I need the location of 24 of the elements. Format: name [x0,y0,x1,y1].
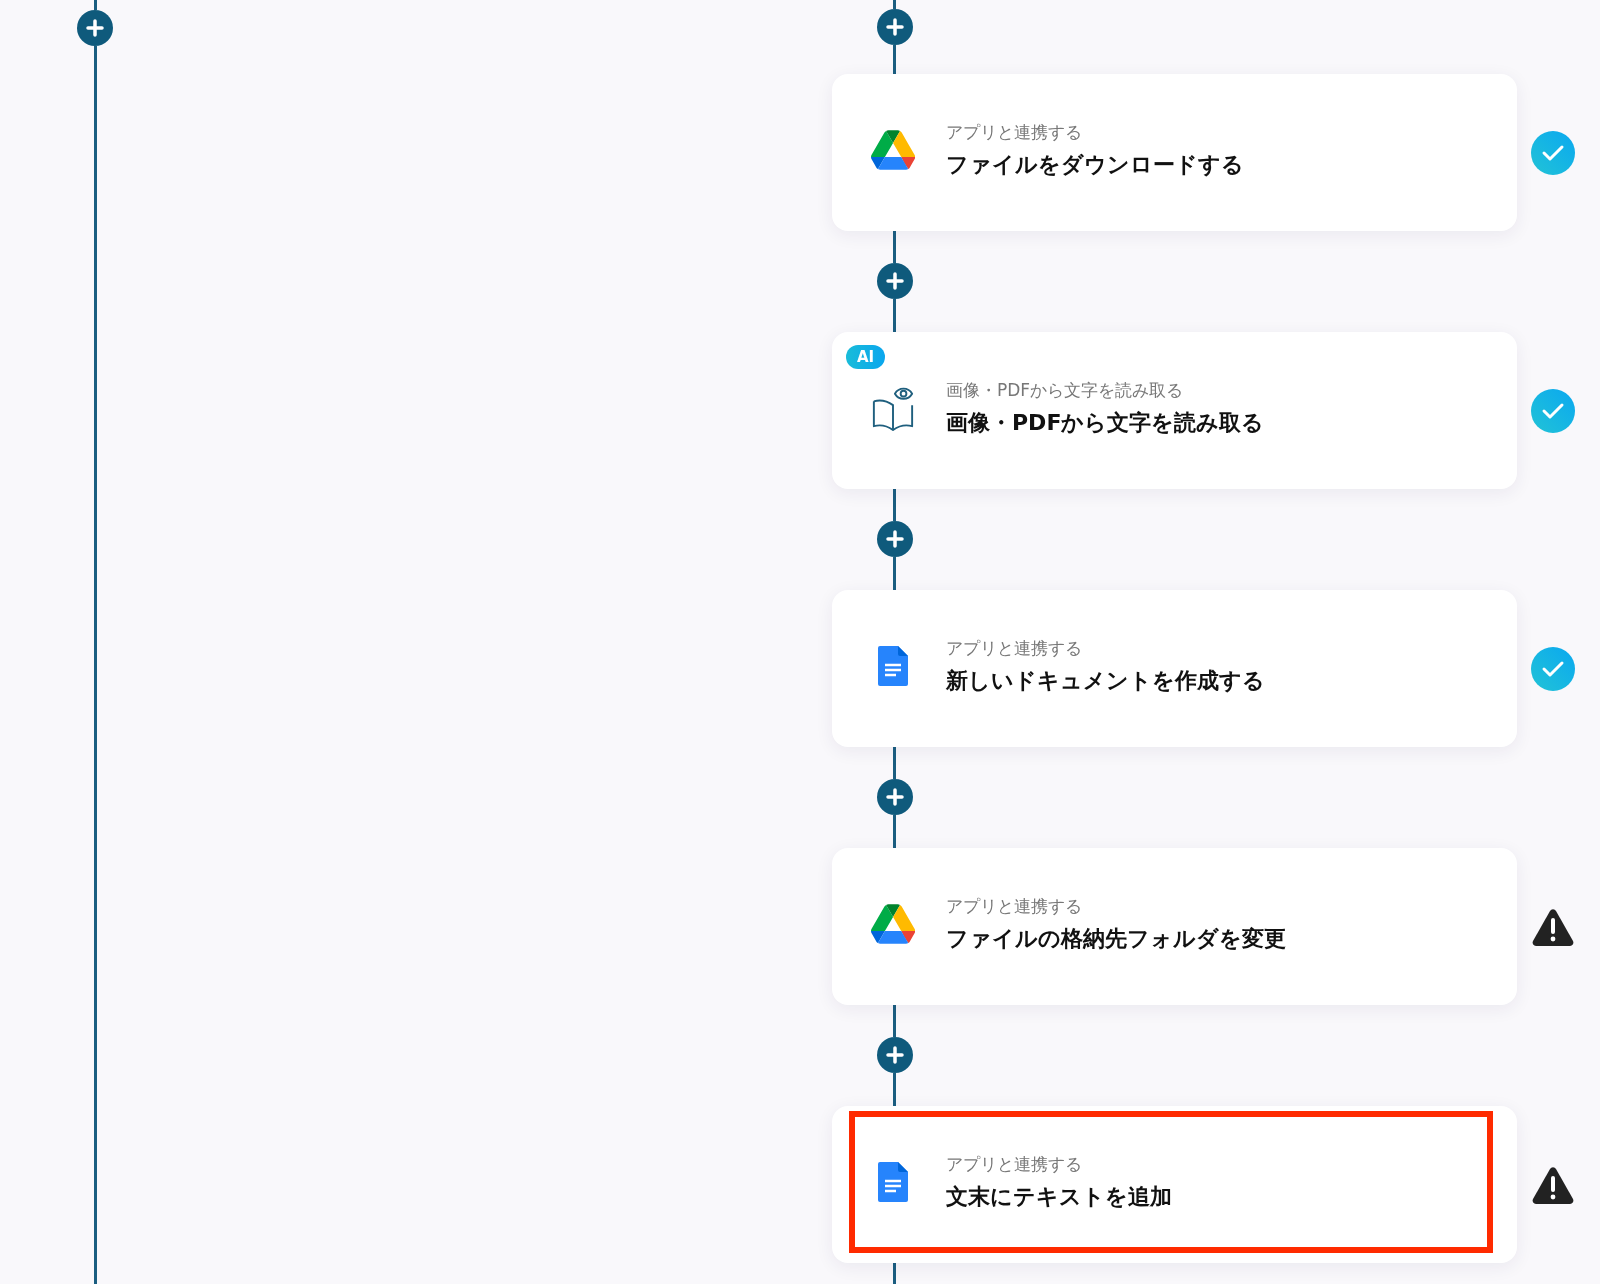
add-step-button[interactable] [876,521,913,557]
step-card[interactable]: アプリと連携する 新しいドキュメントを作成する [832,590,1517,747]
step-card[interactable]: アプリと連携する ファイルの格納先フォルダを変更 [832,848,1517,1005]
step-category: アプリと連携する [946,120,1083,144]
triangle-logo-icon [871,130,915,170]
step-card[interactable]: AI 画像・PDFから文字を読み取る 画像・PDFから文字を読み取る [832,332,1517,489]
step-card[interactable]: アプリと連携する 文末にテキストを追加 [832,1106,1517,1263]
add-step-button[interactable] [876,779,913,815]
step-title: 画像・PDFから文字を読み取る [946,408,1265,437]
step-category: アプリと連携する [946,1152,1083,1176]
step-category: 画像・PDFから文字を読み取る [946,378,1185,402]
add-step-button[interactable] [77,10,113,46]
step-category: アプリと連携する [946,894,1083,918]
add-step-button[interactable] [876,1037,913,1073]
step-card[interactable]: アプリと連携する ファイルをダウンロードする [832,74,1517,231]
step-title: 新しいドキュメントを作成する [946,666,1265,695]
add-step-button[interactable] [876,263,913,299]
ai-badge: AI [846,345,886,369]
step-title: ファイルの格納先フォルダを変更 [946,924,1286,953]
step-title: 文末にテキストを追加 [946,1182,1172,1211]
triangle-logo-icon [871,904,915,944]
step-category: アプリと連携する [946,636,1083,660]
add-step-button[interactable] [876,9,913,45]
step-title: ファイルをダウンロードする [946,150,1244,179]
